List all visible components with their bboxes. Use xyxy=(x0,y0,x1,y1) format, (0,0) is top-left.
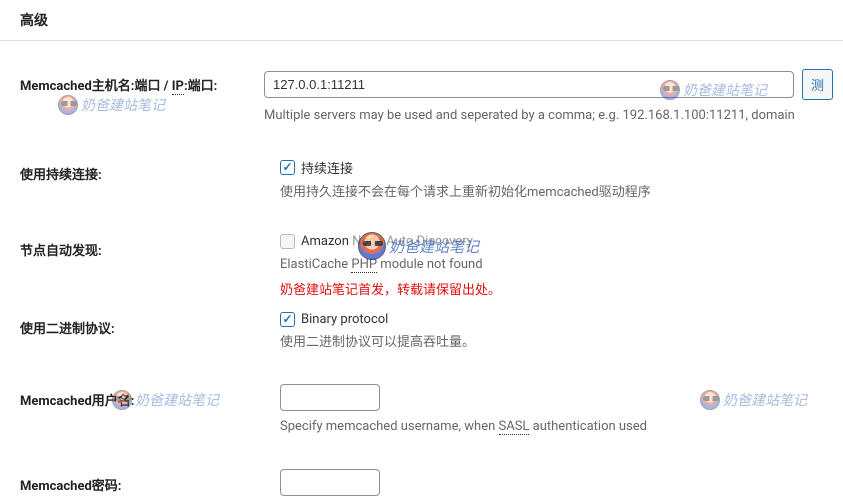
username-desc: Specify memcached username, when SASL au… xyxy=(280,417,833,437)
persistent-checkbox[interactable] xyxy=(280,160,295,175)
field-binary: Binary protocol 使用二进制协议可以提高吞吐量。 xyxy=(280,312,843,353)
field-host: 测 Multiple servers may be used and seper… xyxy=(264,69,843,126)
binary-desc: 使用二进制协议可以提高吞吐量。 xyxy=(280,333,833,353)
label-host: Memcached主机名:端口 / IP:端口: xyxy=(20,69,264,94)
field-autodiscovery: Amazon Node Auto Discovery ElastiCache P… xyxy=(280,234,843,298)
field-username: Specify memcached username, when SASL au… xyxy=(280,384,843,437)
password-input[interactable] xyxy=(280,469,380,496)
binary-checkbox-label: Binary protocol xyxy=(301,312,388,327)
autodiscovery-red-note: 奶爸建站笔记首发，转载请保留出处。 xyxy=(280,279,833,298)
label-binary: 使用二进制协议: xyxy=(20,312,280,337)
section-title: 高级 xyxy=(20,13,48,29)
row-host: Memcached主机名:端口 / IP:端口: 测 Multiple serv… xyxy=(0,41,843,126)
field-password xyxy=(280,469,843,496)
row-autodiscovery: 节点自动发现: Amazon Node Auto Discovery Elast… xyxy=(0,222,843,298)
persistent-desc: 使用持久连接不会在每个请求上重新初始化memcached驱动程序 xyxy=(280,183,833,203)
row-password: Memcached密码: xyxy=(0,457,843,497)
label-persistent: 使用持续连接: xyxy=(20,158,280,183)
row-binary: 使用二进制协议: Binary protocol 使用二进制协议可以提高吞吐量。 xyxy=(0,298,843,353)
autodiscovery-desc: ElastiCache PHP module not found xyxy=(280,255,833,275)
label-username: Memcached用户名: xyxy=(20,384,280,409)
autodiscovery-checkbox[interactable] xyxy=(280,234,295,249)
row-persistent: 使用持续连接: 持续连接 使用持久连接不会在每个请求上重新初始化memcache… xyxy=(0,146,843,203)
test-button[interactable]: 测 xyxy=(802,69,833,100)
label-autodiscovery: 节点自动发现: xyxy=(20,234,280,259)
persistent-checkbox-label: 持续连接 xyxy=(301,158,353,177)
field-persistent: 持续连接 使用持久连接不会在每个请求上重新初始化memcached驱动程序 xyxy=(280,158,843,203)
section-header: 高级 xyxy=(0,0,843,41)
host-input[interactable] xyxy=(264,71,794,98)
autodiscovery-checkbox-label: Amazon Node Auto Discovery xyxy=(301,234,473,249)
host-desc: Multiple servers may be used and seperat… xyxy=(264,106,833,126)
label-password: Memcached密码: xyxy=(20,469,280,494)
username-input[interactable] xyxy=(280,384,380,411)
binary-checkbox[interactable] xyxy=(280,312,295,327)
row-username: Memcached用户名: Specify memcached username… xyxy=(0,372,843,437)
